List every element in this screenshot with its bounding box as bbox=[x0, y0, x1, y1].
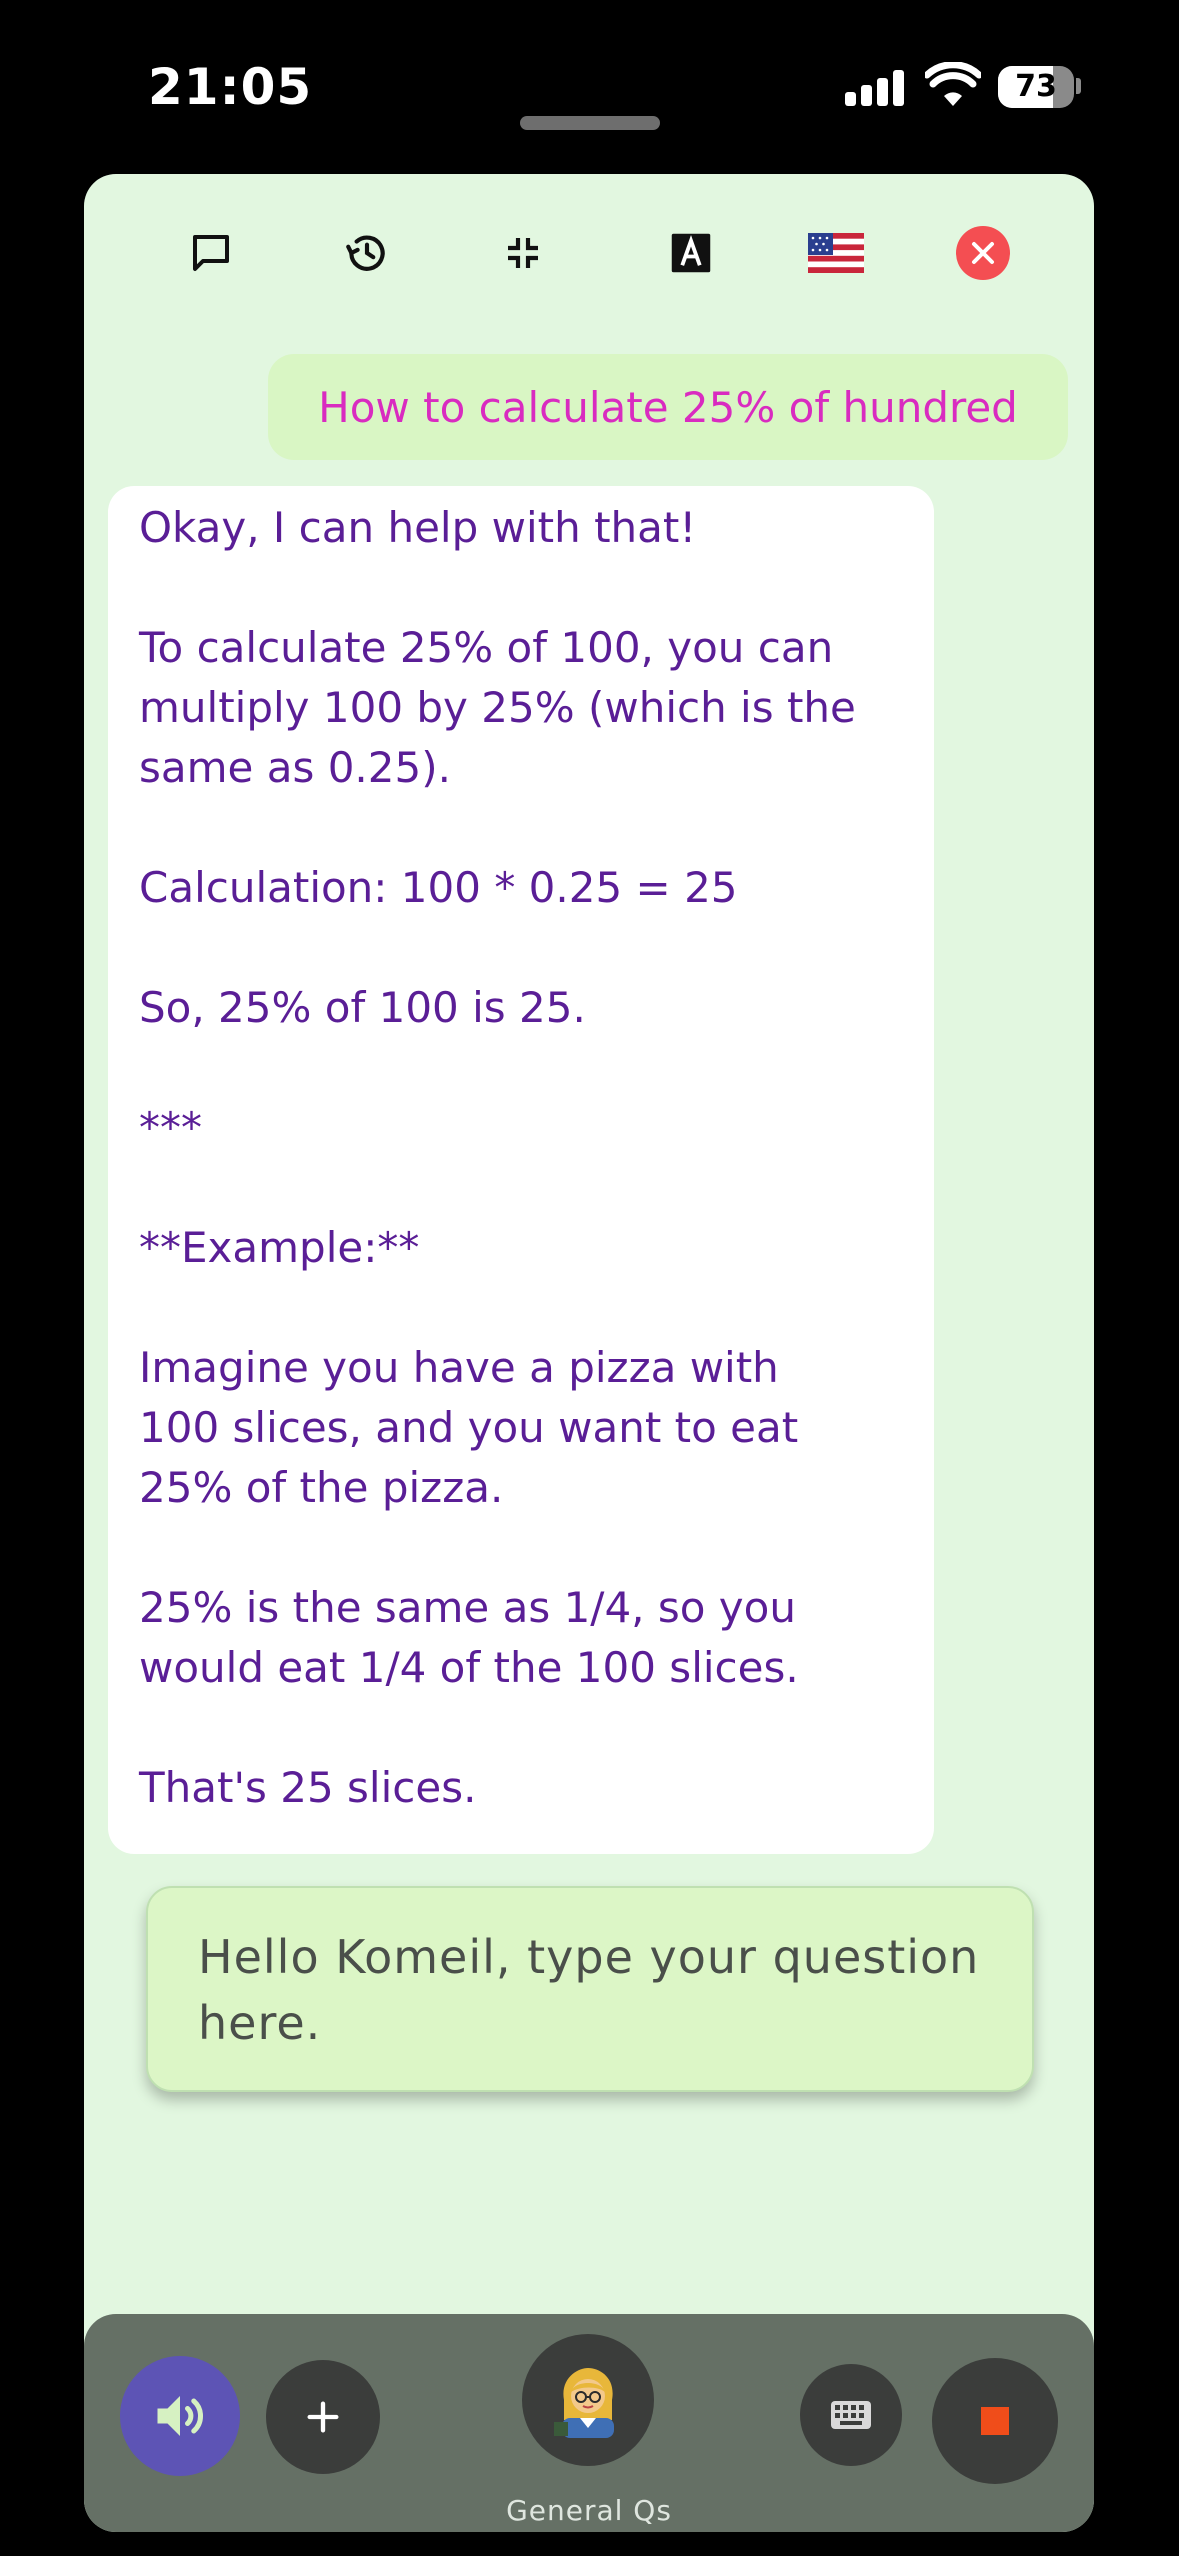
plus-icon bbox=[307, 2401, 339, 2433]
assistant-message-line: would eat 1/4 of the 100 slices. bbox=[139, 1643, 799, 1692]
assistant-message-line: Calculation: 100 * 0.25 = 25 bbox=[139, 863, 738, 912]
assistant-message-line: *** bbox=[139, 1103, 202, 1152]
close-icon[interactable] bbox=[952, 222, 1014, 284]
assistant-message-bubble: Okay, I can help with that! To calculate… bbox=[108, 486, 934, 1854]
user-message-text: How to calculate 25% of hundred bbox=[318, 382, 1018, 432]
signal-icon bbox=[845, 70, 905, 106]
chat-bubble-icon[interactable] bbox=[180, 222, 242, 284]
keyboard-button[interactable] bbox=[800, 2364, 902, 2466]
assistant-message-line: 25% of the pizza. bbox=[139, 1463, 504, 1512]
mode-label: General Qs bbox=[506, 2494, 672, 2527]
assistant-message-line: Okay, I can help with that! bbox=[139, 503, 697, 552]
assistant-message-line bbox=[139, 918, 904, 978]
sheet-handle[interactable] bbox=[520, 116, 660, 130]
assistant-message-line bbox=[139, 798, 904, 858]
add-button[interactable] bbox=[266, 2360, 380, 2474]
assistant-message-line bbox=[139, 1038, 904, 1098]
assistant-message-line bbox=[139, 1158, 904, 1218]
stop-icon bbox=[981, 2407, 1009, 2435]
assistant-message-line: same as 0.25). bbox=[139, 743, 451, 792]
user-message-bubble: How to calculate 25% of hundred bbox=[268, 354, 1068, 460]
battery-icon: 73 bbox=[998, 66, 1074, 108]
assistant-message-line: multiply 100 by 25% (which is the bbox=[139, 683, 856, 732]
assistant-message-line: That's 25 slices. bbox=[139, 1763, 477, 1812]
status-time: 21:05 bbox=[148, 58, 313, 116]
assistant-message-line: Imagine you have a pizza with bbox=[139, 1343, 779, 1392]
assistant-message-line bbox=[139, 558, 904, 618]
assistant-message-line bbox=[139, 1518, 904, 1578]
question-input-placeholder: Hello Komeil, type your question here. bbox=[198, 1930, 980, 2050]
keyboard-icon bbox=[831, 2401, 871, 2429]
assistant-message-line: 100 slices, and you want to eat bbox=[139, 1403, 799, 1452]
chat-panel: How to calculate 25% of hundred Okay, I … bbox=[84, 174, 1094, 2532]
collapse-icon[interactable] bbox=[492, 222, 554, 284]
battery-nub bbox=[1076, 78, 1081, 94]
toolbar bbox=[84, 174, 1094, 334]
assistant-message-line bbox=[139, 1278, 904, 1338]
assistant-message-line bbox=[139, 1698, 904, 1758]
speaker-icon bbox=[157, 2396, 204, 2436]
assistant-message-line: **Example:** bbox=[139, 1223, 420, 1272]
stop-button[interactable] bbox=[932, 2358, 1058, 2484]
wifi-icon bbox=[925, 62, 981, 106]
history-icon[interactable] bbox=[336, 222, 398, 284]
speaker-button[interactable] bbox=[120, 2356, 240, 2476]
assistant-message-line: So, 25% of 100 is 25. bbox=[139, 983, 586, 1032]
status-bar: 21:05 73 bbox=[0, 0, 1179, 170]
assistant-mode-button[interactable] bbox=[522, 2334, 654, 2466]
bottom-bar: General Qs bbox=[84, 2314, 1094, 2532]
teacher-avatar-icon bbox=[554, 2368, 614, 2438]
font-size-icon[interactable] bbox=[660, 222, 722, 284]
battery-level: 73 bbox=[1015, 69, 1057, 104]
assistant-message-line: 25% is the same as 1/4, so you bbox=[139, 1583, 796, 1632]
assistant-message-line: To calculate 25% of 100, you can bbox=[139, 623, 834, 672]
us-flag-icon[interactable] bbox=[796, 222, 876, 284]
question-input[interactable]: Hello Komeil, type your question here. bbox=[146, 1886, 1034, 2092]
